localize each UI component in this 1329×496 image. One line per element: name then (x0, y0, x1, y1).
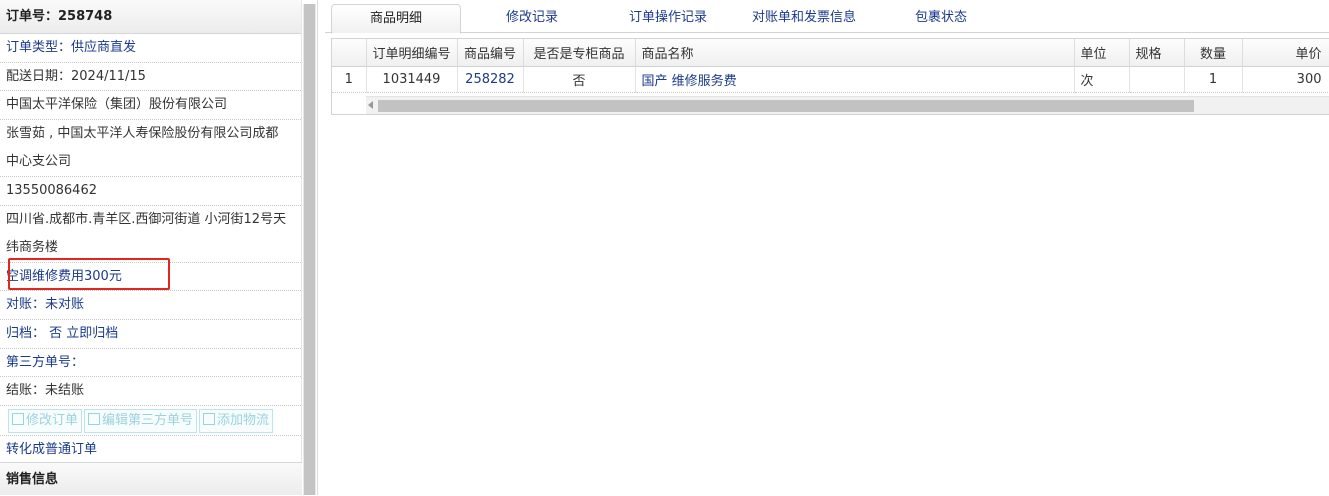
product-grid: 订单明细编号 商品编号 是否是专柜商品 商品名称 单位 规格 数量 单价 1 1… (331, 38, 1329, 115)
sales-info-header[interactable]: 销售信息 (0, 462, 302, 495)
row-number: 1 (332, 66, 367, 93)
col-detail-id[interactable]: 订单明细编号 (366, 39, 458, 67)
tab-package-status[interactable]: 包裹状态 (899, 4, 983, 33)
customer-company: 中国太平洋保险（集团）股份有限公司 (0, 91, 301, 120)
scrollbar-thumb[interactable] (304, 4, 315, 495)
tab-bar: 商品明细 修改记录 订单操作记录 对账单和发票信息 包裹状态 (325, 0, 1329, 34)
order-number-title: 订单号：258748 (0, 0, 301, 34)
edit-icon (88, 412, 101, 425)
edit-icon (203, 412, 216, 425)
reconcile-status: 对账：未对账 (0, 291, 301, 320)
price-cell: 300 (1242, 66, 1329, 93)
contact-line-1: 张雪茹 , 中国太平洋人寿保险股份有限公司成都 (6, 125, 279, 141)
delivery-date: 配送日期：2024/11/15 (0, 63, 301, 92)
address-line-1: 四川省.成都市.青羊区.西御河街道 小河街12号天 (6, 211, 287, 227)
tab-change-log[interactable]: 修改记录 (485, 4, 579, 33)
col-spec[interactable]: 规格 (1129, 39, 1185, 67)
remark-highlight-box (8, 258, 170, 290)
counter-product-cell: 否 (523, 66, 636, 93)
col-product-id[interactable]: 商品编号 (457, 39, 524, 67)
col-price[interactable]: 单价 (1242, 39, 1329, 67)
detail-panel: 商品明细 修改记录 订单操作记录 对账单和发票信息 包裹状态 订单明细编号 商品… (325, 0, 1329, 495)
edit-icon (12, 412, 24, 425)
contact-line-2: 中心支公司 (0, 148, 301, 177)
archive-label: 归档： (6, 325, 46, 341)
tab-product-details[interactable]: 商品明细 (331, 4, 461, 34)
tab-operation-log[interactable]: 订单操作记录 (609, 4, 727, 33)
order-info-panel: 订单号：258748 订单类型：供应商直发 配送日期：2024/11/15 中国… (0, 0, 318, 495)
product-id-link[interactable]: 258282 (457, 66, 524, 93)
unit-cell: 次 (1074, 66, 1130, 93)
col-rownum (332, 39, 367, 67)
scroll-left-icon[interactable] (368, 101, 373, 109)
convert-order-link[interactable]: 转化成普通订单 (0, 436, 301, 465)
add-logistics-button[interactable]: 添加物流 (199, 408, 274, 433)
spec-cell (1129, 66, 1185, 93)
col-unit[interactable]: 单位 (1074, 39, 1130, 67)
col-product-name[interactable]: 商品名称 (635, 39, 1075, 67)
grid-header-row: 订单明细编号 商品编号 是否是专柜商品 商品名称 单位 规格 数量 单价 (332, 39, 1329, 67)
table-row[interactable]: 1 1031449 258282 否 国产 维修服务费 次 1 300 (332, 66, 1329, 93)
phone-number: 13550086462 (0, 177, 301, 206)
action-buttons: 修改订单 编辑第三方单号 添加物流 (0, 406, 301, 436)
order-type: 订单类型：供应商直发 (0, 34, 301, 63)
quantity-cell: 1 (1184, 66, 1243, 93)
tab-invoice-info[interactable]: 对账单和发票信息 (737, 4, 871, 33)
col-counter-product[interactable]: 是否是专柜商品 (523, 39, 636, 67)
left-scrollbar[interactable] (303, 4, 316, 495)
archive-row: 归档： 否 立即归档 (0, 320, 301, 349)
col-quantity[interactable]: 数量 (1184, 39, 1243, 67)
third-party-number: 第三方单号： (0, 349, 301, 378)
modify-order-button[interactable]: 修改订单 (8, 408, 83, 433)
archive-link[interactable]: 否 立即归档 (49, 326, 118, 341)
edit-third-party-button[interactable]: 编辑第三方单号 (84, 408, 198, 433)
grid-horizontal-scrollbar[interactable] (366, 96, 1329, 114)
detail-id-cell: 1031449 (366, 66, 458, 93)
product-name-link[interactable]: 国产 维修服务费 (635, 66, 1075, 93)
scrollbar-thumb[interactable] (378, 100, 1194, 112)
settlement-status: 结账：未结账 (0, 377, 301, 406)
